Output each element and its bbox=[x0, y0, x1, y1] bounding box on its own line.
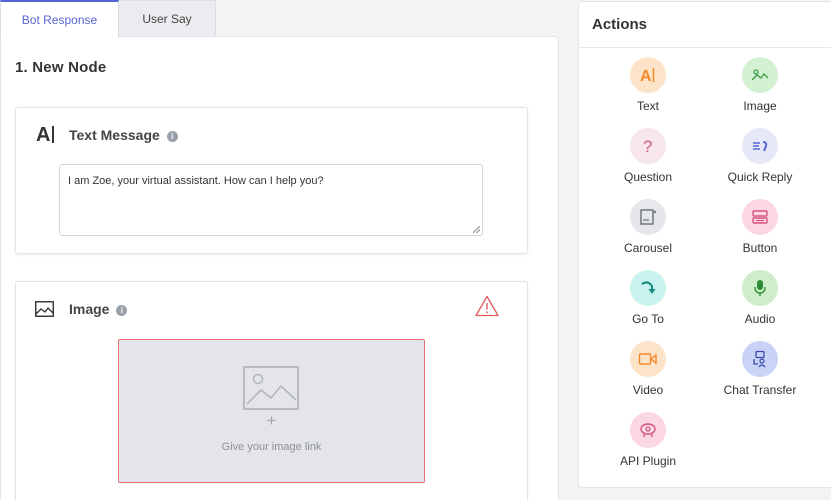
image-card: Image i + Give your image link bbox=[15, 281, 528, 500]
image-icon bbox=[35, 301, 54, 317]
message-textarea[interactable]: I am Zoe, your virtual assistant. How ca… bbox=[59, 164, 483, 236]
text-message-card: A Text Message i I am Zoe, your virtual a… bbox=[15, 107, 528, 254]
image-title: Image i bbox=[69, 301, 128, 317]
video-icon bbox=[630, 341, 666, 377]
chat-transfer-icon bbox=[742, 341, 778, 377]
action-question[interactable]: ? Question bbox=[598, 128, 698, 184]
carousel-icon bbox=[630, 199, 666, 235]
action-carousel[interactable]: Carousel bbox=[598, 199, 698, 255]
action-image[interactable]: Image bbox=[710, 57, 810, 113]
action-video[interactable]: Video bbox=[598, 341, 698, 397]
action-audio-label: Audio bbox=[744, 312, 776, 326]
action-button[interactable]: Button bbox=[710, 199, 810, 255]
chatbot-builder: Bot Response User Say 1. New Node A Text… bbox=[0, 0, 831, 500]
image-icon bbox=[742, 57, 778, 93]
action-image-label: Image bbox=[743, 99, 777, 113]
action-api-plugin[interactable]: API Plugin bbox=[598, 412, 698, 468]
text-icon: A bbox=[630, 57, 666, 93]
action-quick-reply[interactable]: Quick Reply bbox=[710, 128, 810, 184]
action-button-label: Button bbox=[742, 241, 778, 255]
image-placeholder-icon bbox=[243, 366, 299, 410]
action-question-label: Question bbox=[623, 170, 673, 184]
action-goto-label: Go To bbox=[632, 312, 664, 326]
action-goto[interactable]: Go To bbox=[598, 270, 698, 326]
button-icon bbox=[742, 199, 778, 235]
add-image-plus: + bbox=[266, 411, 277, 430]
action-chat-transfer[interactable]: Chat Transfer bbox=[710, 341, 810, 397]
api-plugin-icon bbox=[630, 412, 666, 448]
action-api-plugin-label: API Plugin bbox=[619, 454, 677, 468]
quick-reply-icon bbox=[742, 128, 778, 164]
action-chat-transfer-label: Chat Transfer bbox=[723, 383, 797, 397]
svg-text:A: A bbox=[640, 68, 652, 85]
tab-bar: Bot Response User Say bbox=[0, 0, 216, 38]
info-icon[interactable]: i bbox=[116, 305, 128, 316]
audio-icon bbox=[742, 270, 778, 306]
actions-title: Actions bbox=[579, 2, 831, 48]
node-editor-panel: 1. New Node A Text Message i I am Zoe, yo… bbox=[0, 36, 559, 500]
image-label: Image bbox=[69, 301, 110, 317]
action-audio[interactable]: Audio bbox=[710, 270, 810, 326]
image-drop-zone[interactable]: + Give your image link bbox=[118, 339, 425, 483]
text-message-title: Text Message i bbox=[69, 127, 178, 143]
goto-icon bbox=[630, 270, 666, 306]
action-quick-reply-label: Quick Reply bbox=[727, 170, 793, 184]
actions-panel: Actions A Text Image ? Question Quick Re… bbox=[578, 1, 831, 488]
svg-text:?: ? bbox=[643, 137, 652, 156]
message-text: I am Zoe, your virtual assistant. How ca… bbox=[68, 175, 324, 187]
warning-icon bbox=[475, 295, 499, 317]
text-message-label: Text Message bbox=[69, 127, 160, 143]
resize-handle-icon[interactable] bbox=[473, 226, 480, 233]
info-icon[interactable]: i bbox=[166, 131, 178, 142]
action-text[interactable]: A Text bbox=[598, 57, 698, 113]
tab-user-say[interactable]: User Say bbox=[119, 0, 216, 37]
image-link-hint: Give your image link bbox=[221, 441, 322, 453]
action-text-label: Text bbox=[636, 99, 659, 113]
question-icon: ? bbox=[630, 128, 666, 164]
tab-bot-response[interactable]: Bot Response bbox=[0, 0, 119, 38]
action-carousel-label: Carousel bbox=[623, 241, 673, 255]
text-format-icon: A bbox=[36, 124, 54, 147]
action-video-label: Video bbox=[632, 383, 664, 397]
node-title: 1. New Node bbox=[15, 59, 107, 76]
